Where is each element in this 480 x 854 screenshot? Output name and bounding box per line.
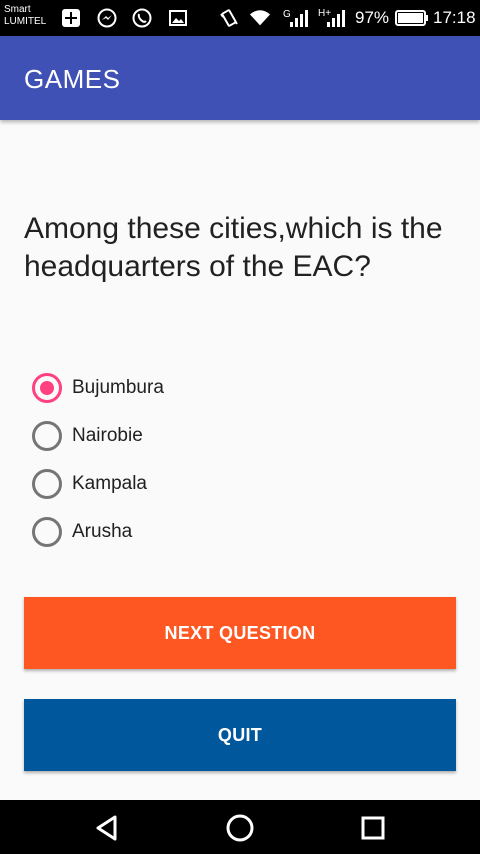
next-question-button[interactable]: NEXT QUESTION [24,597,456,669]
option-bujumbura[interactable]: Bujumbura [32,368,332,408]
app-bar: GAMES [0,36,480,120]
battery-icon [395,8,429,28]
image-icon [167,8,189,28]
carrier-line-1: Smart [4,4,31,15]
option-kampala[interactable]: Kampala [32,464,332,504]
radio-button[interactable] [32,421,62,451]
quit-button[interactable]: QUIT [24,699,456,771]
app-title: GAMES [24,64,121,94]
wifi-icon [249,8,271,28]
clock: 17:18 [433,8,476,27]
back-icon[interactable] [89,810,125,846]
navigation-bar [0,800,480,854]
messenger-icon [96,8,118,28]
option-label: Arusha [72,521,133,542]
carrier-name: Smart LUMITEL [4,4,46,28]
plus-notification-icon [60,8,82,28]
carrier-line-2: LUMITEL [4,16,47,27]
question-text: Among these cities,which is the headquar… [24,212,443,283]
recent-apps-icon[interactable] [355,810,391,846]
option-label: Bujumbura [72,377,164,398]
option-nairobie[interactable]: Nairobie [32,416,332,456]
radio-button[interactable] [32,517,62,547]
option-label: Nairobie [72,425,143,446]
status-bar: Smart LUMITEL G H+ 97% 17:18 [0,0,480,36]
vibrate-icon [218,8,240,28]
signal-2-icon [325,8,347,28]
radio-button[interactable] [32,469,62,499]
option-arusha[interactable]: Arusha [32,512,332,552]
option-label: Kampala [72,473,147,494]
signal-1-icon [288,8,310,28]
radio-button-checked[interactable] [32,373,62,403]
battery-percent: 97% [355,8,390,27]
home-icon[interactable] [222,810,258,846]
whatsapp-icon [131,8,153,28]
